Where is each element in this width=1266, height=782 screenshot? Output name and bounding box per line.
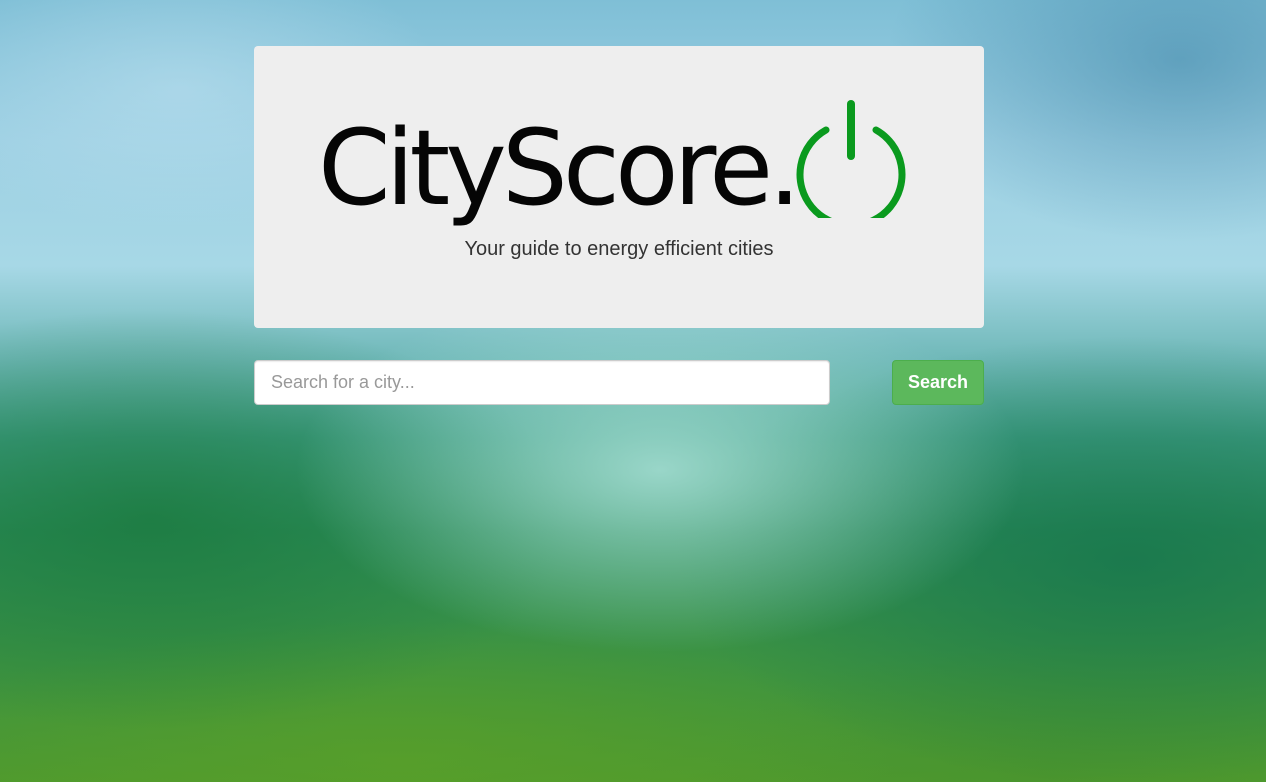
tagline: Your guide to energy efficient cities — [464, 238, 774, 260]
hero-panel: CityScore. Your guide to energy efficien… — [254, 46, 984, 328]
search-form: Search — [254, 360, 984, 405]
power-icon — [796, 100, 906, 218]
search-input[interactable] — [254, 360, 830, 405]
logo: CityScore. — [318, 92, 801, 229]
page-container: CityScore. Your guide to energy efficien… — [254, 46, 984, 405]
search-button[interactable]: Search — [892, 360, 984, 405]
logo-text: CityScore. — [318, 107, 801, 229]
